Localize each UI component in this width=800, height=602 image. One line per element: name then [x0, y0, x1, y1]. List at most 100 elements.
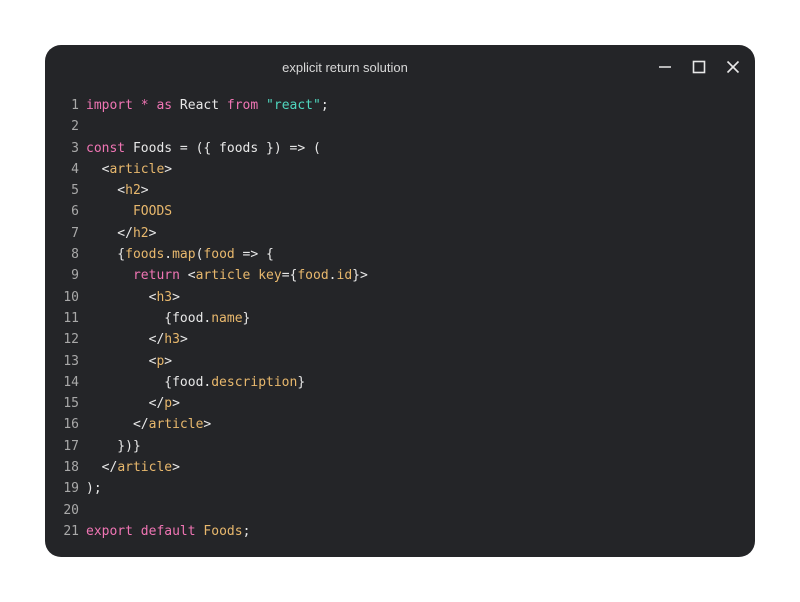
code-token: {	[86, 247, 126, 263]
code-token: "react"	[266, 98, 321, 113]
code-token: FOODS	[86, 204, 173, 220]
code-text: })}	[86, 436, 141, 457]
code-line: 2	[45, 116, 755, 137]
line-number: 2	[71, 119, 79, 135]
code-token: );	[86, 481, 102, 497]
code-window: explicit return solution 1 import * as Re…	[45, 45, 755, 557]
window-title: explicit return solution	[282, 60, 408, 75]
code-text: </h3>	[86, 329, 188, 350]
line-number: 7	[71, 225, 79, 241]
code-token: <	[86, 183, 126, 199]
code-token: >	[172, 396, 180, 412]
code-token: ={	[281, 268, 298, 284]
line-number: 19	[63, 481, 79, 497]
code-token: h3	[164, 332, 180, 348]
code-token: map	[172, 247, 196, 263]
line-number: 5	[71, 183, 79, 199]
code-line: 19);	[45, 478, 755, 499]
code-token: key	[258, 268, 282, 284]
code-token: article	[195, 268, 251, 284]
code-token: {food.	[86, 374, 212, 390]
code-text: {food.name}	[86, 308, 250, 329]
code-token: *	[140, 98, 149, 113]
code-line: 14 {food.description}	[45, 372, 755, 393]
code-token: <	[86, 353, 157, 369]
code-token: export	[86, 523, 133, 539]
code-token: ;	[242, 523, 251, 539]
code-text: </article>	[86, 457, 180, 478]
code-token: >	[179, 332, 188, 348]
code-line: 12 </h3>	[45, 329, 755, 350]
line-number: 13	[63, 353, 79, 369]
code-token: article	[109, 161, 165, 177]
code-token: h2	[132, 225, 149, 241]
code-token: >	[172, 289, 180, 305]
code-line: 15 </p>	[45, 393, 755, 414]
close-icon	[726, 60, 740, 74]
code-token: description	[211, 374, 298, 390]
code-token: as	[156, 98, 173, 113]
code-token: .	[164, 247, 173, 263]
code-token: foods	[125, 247, 165, 263]
code-token: >	[164, 161, 173, 177]
code-token: Foods	[203, 523, 243, 539]
code-token: {food.	[86, 310, 212, 326]
code-text: export default Foods;	[86, 521, 250, 542]
code-text: <p>	[86, 351, 173, 372]
code-token: <	[86, 289, 157, 305]
code-line: 17 })}	[45, 436, 755, 457]
code-line: 5 <h2>	[45, 180, 755, 201]
code-text: );	[86, 478, 102, 499]
code-line: 13 <p>	[45, 351, 755, 372]
code-line: 3 const Foods = ({ foods }) => (	[45, 138, 755, 159]
line-number: 11	[63, 310, 79, 326]
code-token: h2	[125, 183, 141, 199]
line-number: 21	[63, 523, 79, 539]
code-line: 16 </article>	[45, 414, 755, 435]
line-number: 1	[71, 98, 79, 113]
code-token: .	[328, 268, 337, 284]
maximize-button[interactable]	[689, 58, 709, 76]
code-token: <	[179, 268, 196, 284]
code-token: </	[86, 332, 165, 348]
code-text: FOODS	[86, 201, 172, 222]
close-button[interactable]	[723, 58, 743, 76]
line-number: 8	[71, 247, 79, 263]
code-text: </h2>	[86, 223, 156, 244]
code-text: {food.description}	[86, 372, 305, 393]
code-token: }>	[352, 268, 368, 284]
code-token: ;	[320, 98, 329, 113]
minimize-icon	[659, 66, 671, 68]
code-text: <h3>	[86, 287, 180, 308]
code-token: id	[336, 268, 353, 284]
code-line: 1 import * as React from "react";	[45, 95, 755, 116]
line-number: 3	[71, 140, 79, 156]
code-line: 11 {food.name}	[45, 308, 755, 329]
line-number: 15	[63, 396, 79, 412]
code-token: => {	[234, 247, 274, 263]
code-token: food	[203, 247, 235, 263]
line-number: 10	[63, 289, 79, 305]
line-number: 6	[71, 204, 79, 220]
code-token: const	[86, 140, 126, 156]
code-token: <	[86, 161, 110, 177]
line-number: 20	[63, 502, 79, 518]
code-line: 6 FOODS	[45, 201, 755, 222]
code-token: >	[164, 353, 173, 369]
code-token: })}	[86, 438, 141, 454]
code-line: 10 <h3>	[45, 287, 755, 308]
maximize-icon	[692, 60, 706, 74]
code-text: <h2>	[86, 180, 148, 201]
code-editor[interactable]: 1 import * as React from "react"; 2 3 const …	[45, 95, 755, 542]
minimize-button[interactable]	[655, 58, 675, 76]
code-token: Foods = ({ foods }) => (	[125, 140, 321, 156]
code-text: </p>	[86, 393, 180, 414]
code-token: </	[86, 417, 149, 433]
code-line: 4 <article>	[45, 159, 755, 180]
code-line: 18 </article>	[45, 457, 755, 478]
code-token: article	[148, 417, 204, 433]
code-token: </	[86, 225, 133, 241]
